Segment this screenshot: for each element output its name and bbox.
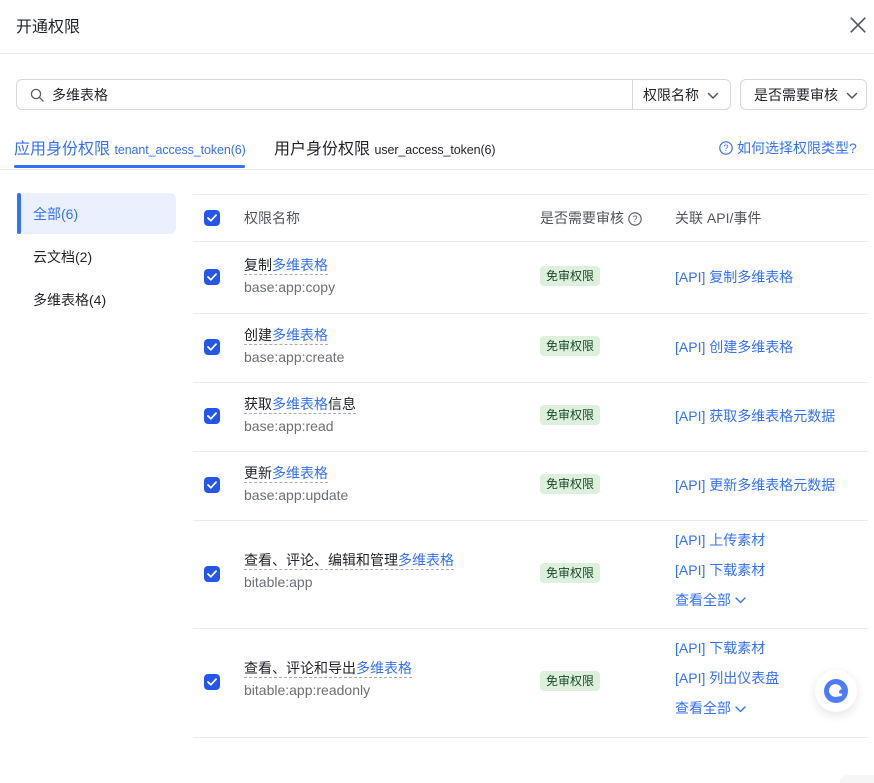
- svg-text:?: ?: [632, 214, 637, 224]
- svg-text:?: ?: [723, 143, 728, 153]
